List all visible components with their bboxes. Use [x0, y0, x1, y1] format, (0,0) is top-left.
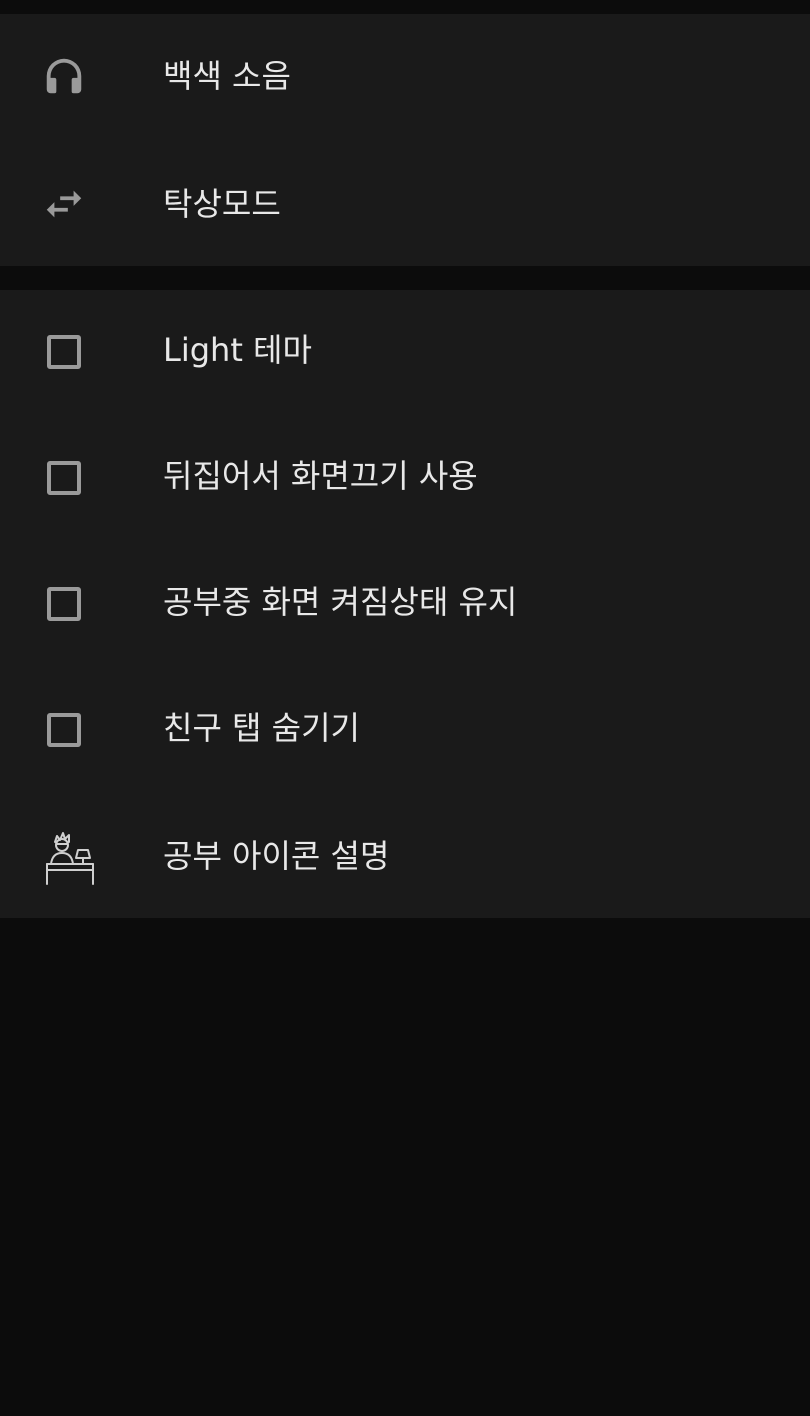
flip-screen-off-checkbox[interactable]: [47, 461, 81, 495]
study-icon-info-label: 공부 아이콘 설명: [163, 837, 390, 875]
desk-mode-row[interactable]: 탁상모드: [0, 140, 810, 266]
white-noise-label: 백색 소음: [163, 57, 291, 95]
desk-mode-label: 탁상모드: [163, 185, 281, 223]
hide-friend-tab-checkbox-wrap: [40, 706, 88, 754]
flip-screen-off-label: 뒤집어서 화면끄기 사용: [163, 457, 478, 495]
white-noise-row[interactable]: 백색 소음: [0, 14, 810, 138]
light-theme-checkbox-wrap: [40, 328, 88, 376]
settings-section: Light 테마 뒤집어서 화면끄기 사용 공부중 화면 켜짐상태 유지 친구 …: [0, 290, 810, 918]
keep-screen-on-checkbox[interactable]: [47, 587, 81, 621]
hide-friend-tab-checkbox[interactable]: [47, 713, 81, 747]
keep-screen-on-row[interactable]: 공부중 화면 켜짐상태 유지: [0, 542, 810, 666]
swap-arrows-icon: [40, 180, 88, 228]
flip-screen-off-row[interactable]: 뒤집어서 화면끄기 사용: [0, 416, 810, 540]
flip-screen-off-checkbox-wrap: [40, 454, 88, 502]
light-theme-label: Light 테마: [163, 331, 312, 369]
keep-screen-on-checkbox-wrap: [40, 580, 88, 628]
studying-person-icon: [44, 826, 96, 886]
hide-friend-tab-label: 친구 탭 숨기기: [163, 709, 360, 747]
study-icon-info-row[interactable]: 공부 아이콘 설명: [0, 794, 810, 918]
settings-screen: 백색 소음 탁상모드 Light 테마 뒤집어서 화면끄기 사용 공부중 화면 …: [0, 0, 810, 1416]
keep-screen-on-label: 공부중 화면 켜짐상태 유지: [163, 583, 518, 621]
light-theme-checkbox[interactable]: [47, 335, 81, 369]
light-theme-row[interactable]: Light 테마: [0, 290, 810, 414]
hide-friend-tab-row[interactable]: 친구 탭 숨기기: [0, 668, 810, 792]
headphones-icon: [40, 52, 88, 100]
sound-section: 백색 소음 탁상모드: [0, 14, 810, 266]
